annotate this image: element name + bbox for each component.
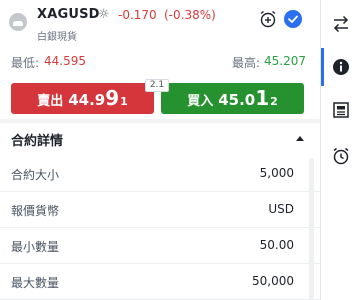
sell-label: 賣出 <box>37 94 64 109</box>
list-item: 最小數量 50.00 <box>0 228 320 264</box>
min-quantity-label: 最小數量 <box>11 240 60 254</box>
low-label: 最低: <box>11 56 40 70</box>
buy-price-main: 45.0 <box>218 91 256 109</box>
max-quantity-value: 50,000 <box>252 274 294 288</box>
instrument-description: 白銀現貨 <box>37 32 77 43</box>
quote-currency-label: 報價貨幣 <box>11 204 60 218</box>
newspaper-icon[interactable] <box>321 92 360 128</box>
contract-details-list: 合約大小 5,000 報價貨幣 USD 最小數量 50.00 最大數量 50,0… <box>0 156 320 300</box>
instrument-header: XAGUSD ☼ -0.170 (-0.38%) 白銀現貨 <box>0 0 320 48</box>
sell-price-main: 44.9 <box>68 91 106 109</box>
verified-check-icon[interactable] <box>284 10 302 28</box>
market-open-sun-icon: ☼ <box>98 7 110 22</box>
swap-arrows-icon[interactable] <box>321 6 360 42</box>
caret-up-icon[interactable] <box>296 136 304 141</box>
contract-details-title: 合約詳情 <box>11 134 64 149</box>
info-icon[interactable] <box>321 49 360 85</box>
contract-size-value: 5,000 <box>259 166 294 180</box>
contract-size-label: 合約大小 <box>11 168 60 182</box>
buy-price-pips: 1 <box>255 86 270 110</box>
max-quantity-label: 最大數量 <box>11 276 60 290</box>
contract-details-header[interactable]: 合約詳情 <box>0 123 320 153</box>
day-range: 最低: 44.595 最高: 45.207 <box>0 52 320 70</box>
instrument-icon <box>9 13 27 31</box>
sell-button[interactable]: 賣出 44.9 9 1 <box>11 83 154 114</box>
alarm-clock-icon[interactable] <box>321 138 360 174</box>
instrument-symbol: XAGUSD <box>37 7 100 22</box>
high-label: 最高: <box>232 56 261 70</box>
add-alert-icon[interactable] <box>258 9 278 29</box>
scrollbar[interactable] <box>309 158 314 300</box>
buy-price-fraction: 2 <box>270 95 278 108</box>
buy-label: 買入 <box>187 94 214 109</box>
low-value: 44.595 <box>44 54 86 68</box>
instrument-panel: XAGUSD ☼ -0.170 (-0.38%) 白銀現貨 最低: 44.595… <box>0 0 320 300</box>
list-item: 報價貨幣 USD <box>0 192 320 228</box>
sell-price-pips: 9 <box>105 86 120 110</box>
min-quantity-value: 50.00 <box>259 238 294 252</box>
price-change-percent: (-0.38%) <box>164 8 216 22</box>
spread-badge: 2.1 <box>145 79 169 92</box>
price-change: -0.170 <box>118 8 157 22</box>
quote-currency-value: USD <box>268 202 294 216</box>
list-item: 合約大小 5,000 <box>0 156 320 192</box>
sell-price-fraction: 1 <box>120 95 128 108</box>
high-value: 45.207 <box>264 54 306 68</box>
right-sidebar <box>320 0 360 300</box>
list-item: 最大數量 50,000 <box>0 264 320 300</box>
buy-button[interactable]: 買入 45.0 1 2 <box>161 83 304 114</box>
